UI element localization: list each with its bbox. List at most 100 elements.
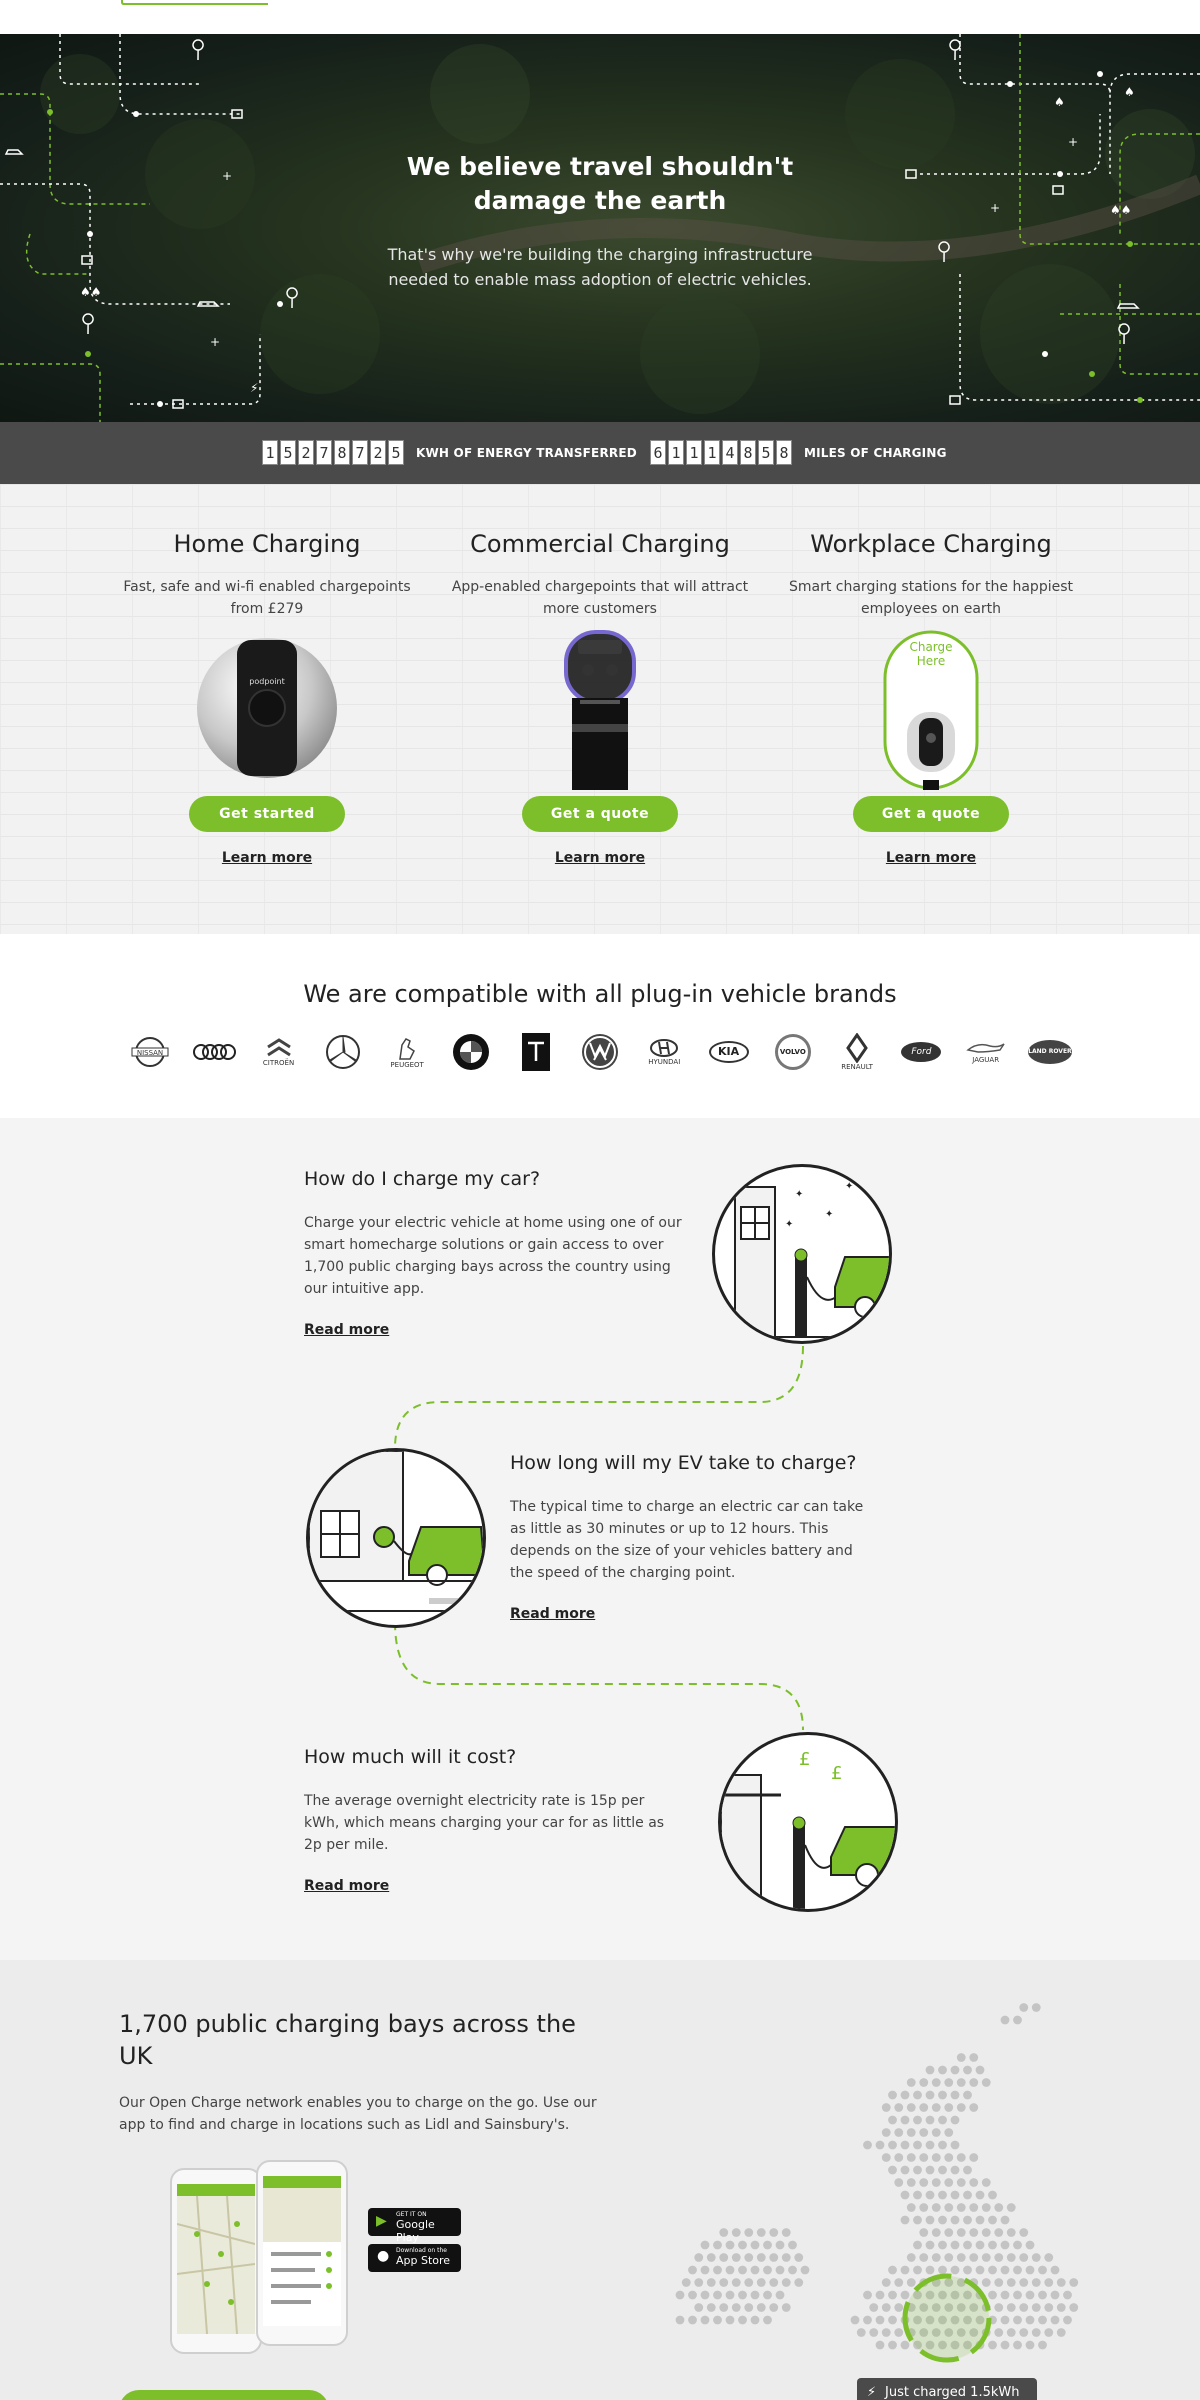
map-dot — [894, 2303, 904, 2312]
map-dot — [1019, 2328, 1029, 2337]
map-dot — [988, 2265, 997, 2275]
map-dot — [894, 2103, 904, 2112]
miles-digit: 8 — [776, 440, 792, 465]
map-dot — [975, 2240, 985, 2250]
map-dot — [731, 2303, 741, 2312]
map-dot — [881, 2128, 891, 2137]
map-dot — [950, 2165, 960, 2175]
map-dot — [719, 2253, 729, 2262]
map-dot — [738, 2315, 747, 2325]
map-dot — [888, 2265, 897, 2275]
map-dot — [1000, 2215, 1010, 2225]
map-dot — [781, 2253, 791, 2262]
map-dot — [931, 2178, 941, 2187]
get-quote-commercial-button[interactable]: Get a quote — [522, 796, 678, 832]
faq-title: How much will it cost? — [304, 1746, 517, 1768]
map-dot — [1013, 2265, 1022, 2275]
map-dot — [700, 2240, 710, 2250]
volvo-caption: VOLVO — [774, 1034, 811, 1070]
charge-notification-text: Just charged 1.5kWh — [885, 2385, 1020, 2400]
map-dot — [938, 2215, 947, 2225]
map-dot — [950, 2140, 960, 2150]
ford-caption: Ford — [901, 1042, 942, 1062]
map-dot — [938, 2115, 947, 2125]
learn-more-home-link[interactable]: Learn more — [107, 850, 427, 866]
read-more-charge-link[interactable]: Read more — [304, 1322, 389, 1338]
map-dot — [900, 2290, 910, 2300]
google-play-button[interactable]: ▶ GET IT ON Google Play — [368, 2208, 461, 2244]
volvo-logo: VOLVO — [771, 1030, 815, 1074]
map-dot — [994, 2328, 1004, 2337]
map-dot — [938, 2265, 947, 2275]
map-dot — [956, 2253, 966, 2262]
map-dot — [1038, 2265, 1047, 2275]
street-charging-illustration — [306, 1448, 486, 1628]
map-dot — [775, 2240, 785, 2250]
map-dot — [931, 2078, 941, 2087]
product-title: Home Charging — [173, 530, 361, 558]
map-dot — [900, 2165, 910, 2175]
map-dot — [913, 2265, 922, 2275]
map-dot — [694, 2253, 704, 2262]
map-dot — [906, 2153, 916, 2162]
audi-logo — [192, 1030, 237, 1074]
map-dot — [963, 2065, 972, 2075]
map-dot — [963, 2165, 972, 2175]
map-dot — [863, 2315, 872, 2325]
map-dot — [925, 2265, 935, 2275]
read-more-time-link[interactable]: Read more — [510, 1606, 595, 1622]
read-more-cost-link[interactable]: Read more — [304, 1878, 389, 1894]
get-quote-workplace-button[interactable]: Get a quote — [853, 796, 1009, 832]
get-started-button[interactable]: Get started — [189, 796, 345, 832]
map-dot — [1050, 2265, 1060, 2275]
product-workplace-charging: Workplace Charging Smart charging statio… — [771, 530, 1091, 866]
hyundai-logo: HYUNDAI — [642, 1030, 686, 1074]
map-dot — [688, 2315, 697, 2325]
map-dot — [944, 2203, 954, 2212]
logo[interactable] — [118, 0, 278, 6]
map-dot — [906, 2253, 916, 2262]
map-dot — [888, 2140, 897, 2150]
map-dot — [1063, 2290, 1072, 2300]
map-dot — [675, 2315, 685, 2325]
network-title: 1,700 public charging bays across the UK — [119, 2010, 576, 2070]
map-dot — [706, 2278, 716, 2287]
learn-more-workplace-link[interactable]: Learn more — [771, 850, 1091, 866]
map-dot — [944, 2078, 954, 2087]
map-dot — [900, 2190, 910, 2200]
map-dot — [756, 2303, 766, 2312]
top-bar — [0, 0, 1200, 34]
miles-digit: 8 — [740, 440, 756, 465]
faq-body: The typical time to charge an electric c… — [510, 1499, 864, 1581]
map-dot — [931, 2253, 941, 2262]
map-dot — [725, 2290, 735, 2300]
map-dot — [925, 2240, 935, 2250]
map-dot — [769, 2253, 779, 2262]
map-dot — [1000, 2290, 1010, 2300]
app-store-button[interactable]: ● Download on the App Store — [368, 2244, 461, 2272]
map-dot — [919, 2203, 929, 2212]
map-dot — [875, 2290, 885, 2300]
map-dot — [981, 2228, 991, 2237]
map-dot — [956, 2178, 966, 2187]
map-dot — [750, 2265, 760, 2275]
map-dot — [731, 2253, 741, 2262]
jaguar-caption: JAGUAR — [972, 1056, 1000, 1064]
map-dot — [713, 2265, 722, 2275]
energy-counter: 1 5 2 7 8 7 2 5 KWH OF ENERGY TRANSFERRE… — [262, 440, 637, 465]
brands-section: We are compatible with all plug-in vehic… — [0, 934, 1200, 1118]
learn-more-commercial-link[interactable]: Learn more — [440, 850, 760, 866]
svg-text:+: + — [210, 335, 220, 349]
map-dot — [944, 2128, 954, 2137]
map-dot — [913, 2240, 922, 2250]
find-charger-button[interactable] — [119, 2390, 329, 2400]
charge-notification: ⚡ Just charged 1.5kWh — [857, 2378, 1037, 2400]
map-dot — [713, 2315, 722, 2325]
phone-mockup-list — [256, 2160, 348, 2346]
svg-text:♠: ♠ — [1124, 85, 1135, 99]
svg-text:♠: ♠ — [1054, 95, 1065, 109]
map-dot — [706, 2253, 716, 2262]
map-dot — [919, 2253, 929, 2262]
map-dot — [994, 2303, 1004, 2312]
kia-caption: KIA — [708, 1041, 749, 1063]
